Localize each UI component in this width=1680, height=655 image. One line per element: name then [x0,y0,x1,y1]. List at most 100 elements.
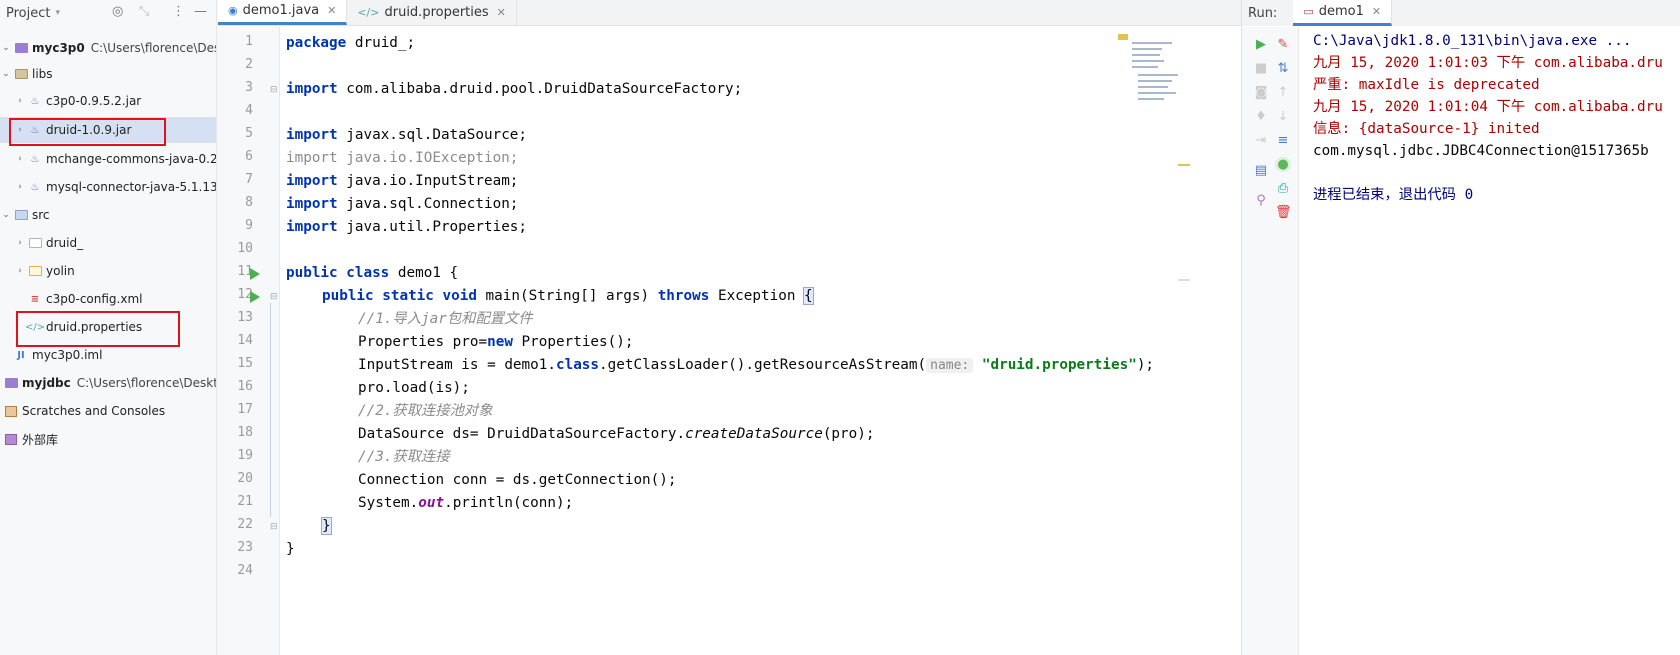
console-line: 信息: {dataSource-1} inited [1313,121,1540,137]
code-line: import javax.sql.DataSource; [286,127,528,143]
chevron-down-icon[interactable]: ⌄ [0,69,12,79]
print-icon[interactable]: ⎙ [1275,181,1291,196]
code-line: import java.sql.Connection; [286,196,519,212]
close-icon[interactable]: ✕ [497,6,506,19]
tree-item-label: myc3p0.iml [32,348,103,362]
tree-item-c3p0-config[interactable]: ≡ c3p0-config.xml [0,286,216,312]
down-arrow-icon[interactable]: ↓ [1275,109,1291,124]
line-number: 15 [237,356,253,371]
rerun-icon[interactable]: ▶ [1253,37,1269,52]
tree-item-c3p0-jar[interactable]: › ♨ c3p0-0.9.5.2.jar [0,88,216,114]
module-icon [4,378,18,388]
line-number: 17 [237,402,253,417]
scroll-marker [1178,279,1190,281]
line-number: 16 [237,379,253,394]
chevron-right-icon[interactable]: › [14,238,26,248]
tab-demo1-java[interactable]: ◉ demo1.java ✕ [218,0,348,25]
run-tab-demo1[interactable]: ▭ demo1 ✕ [1293,0,1393,26]
project-panel-header: Project ▾ ◎ ⤡ ⋮ — [0,0,216,26]
tab-druid-properties[interactable]: </> druid.properties ✕ [347,0,517,25]
line-number: 5 [245,126,253,141]
line-number: 23 [237,540,253,555]
editor-tab-bar: ◉ demo1.java ✕ </> druid.properties ✕ [218,0,1241,26]
package-icon [28,238,42,248]
tree-item-mysql-jar[interactable]: › ♨ mysql-connector-java-5.1.13- [0,174,217,200]
fold-icon[interactable]: ⊟ [270,292,278,302]
hide-panel-icon[interactable]: — [194,4,207,19]
code-line: import java.io.InputStream; [286,173,519,189]
module-icon [14,43,28,53]
project-view-selector[interactable]: Project [6,6,50,21]
options-menu-icon[interactable]: ⋮ [172,4,185,19]
tree-item-label: c3p0-0.9.5.2.jar [46,94,142,108]
up-arrow-icon[interactable]: ↑ [1275,85,1291,100]
source-folder-icon [14,210,28,220]
tab-label: demo1.java [242,3,320,18]
folder-icon [14,69,28,79]
fold-icon[interactable]: ⊟ [270,522,278,532]
code-line: package druid_; [286,35,416,51]
console-line: 严重: maxIdle is deprecated [1313,77,1540,93]
code-line: InputStream is = demo1.class.getClassLoa… [358,357,1155,373]
soft-wrap-icon[interactable]: ≡ [1275,133,1291,148]
console-output[interactable]: C:\Java\jdk1.8.0_131\bin\java.exe ... 九月… [1313,30,1663,203]
tree-item-external-libraries[interactable]: 外部库 [0,426,216,452]
stop-icon[interactable]: ■ [1253,61,1269,76]
code-line: } [286,541,295,557]
target-icon[interactable]: ◎ [112,4,123,19]
code-line: public static void main(String[] args) t… [322,287,814,305]
scratches-icon [5,405,17,417]
tree-item-libs[interactable]: ⌄ libs [0,61,216,87]
chevron-right-icon[interactable]: › [14,96,26,106]
tree-item-label: mchange-commons-java-0.2. [46,152,217,166]
chevron-right-icon[interactable]: › [14,182,26,192]
close-icon[interactable]: ✕ [1372,5,1381,18]
tree-item-label: mysql-connector-java-5.1.13- [46,180,217,194]
line-number: 2 [245,57,253,72]
console-line: 九月 15, 2020 1:01:04 下午 com.alibaba.dru [1313,99,1663,115]
chevron-down-icon[interactable]: ⌄ [0,210,12,220]
chevron-right-icon[interactable]: › [14,154,26,164]
tree-item-yolin-package[interactable]: › yolin [0,258,216,284]
tree-item-label: druid_ [46,236,84,250]
code-minimap[interactable] [1118,32,1238,102]
modify-config-icon[interactable]: ✎ [1275,37,1291,52]
warning-marker [1118,34,1128,40]
exit-icon[interactable]: ⇥ [1253,133,1269,148]
chevron-down-icon[interactable]: ⌄ [0,43,12,53]
code-comment: //2.获取连接池对象 [358,403,493,419]
line-number: 10 [237,241,253,256]
sort-icon[interactable]: ⇅ [1275,61,1291,76]
scroll-to-end-icon[interactable]: ● [1275,157,1291,172]
line-number: 4 [245,103,253,118]
run-tab-bar: Run: ▭ demo1 ✕ [1243,0,1680,26]
tree-item-myjdbc[interactable]: myjdbc C:\Users\florence\Desktop [0,370,217,396]
camera-icon[interactable]: ◙ [1253,85,1269,100]
code-editor[interactable]: ◉ demo1.java ✕ </> druid.properties ✕ 1 … [218,0,1242,655]
tree-item-scratches[interactable]: Scratches and Consoles [0,398,216,424]
package-icon [28,266,42,276]
pin-icon[interactable]: ♦ [1253,109,1269,124]
close-icon[interactable]: ✕ [327,4,336,17]
tree-item-path: C:\Users\florence\Desktop [76,376,217,390]
warning-marker[interactable] [1178,164,1190,166]
tree-item-src[interactable]: ⌄ src [0,202,216,228]
fold-icon[interactable]: ⊟ [270,85,278,95]
tree-item-label: libs [32,67,53,81]
console-line: 进程已结束，退出代码 0 [1313,187,1474,203]
run-main-icon[interactable] [250,291,260,303]
line-number: 3 [245,80,253,95]
run-class-icon[interactable] [250,268,260,280]
collapse-icon[interactable]: ⤡ [139,4,149,19]
tree-item-mchange-jar[interactable]: › ♨ mchange-commons-java-0.2. [0,146,217,172]
pin-tab-icon[interactable]: ⚲ [1253,193,1269,208]
layout-icon[interactable]: ▤ [1253,163,1269,178]
chevron-down-icon[interactable]: ▾ [55,8,60,18]
clear-all-icon[interactable]: 🗑 [1275,205,1292,220]
line-number: 7 [245,172,253,187]
line-number: 9 [245,218,253,233]
tree-item-path: C:\Users\florence\Deskto [90,41,216,55]
tree-item-myc3p0[interactable]: ⌄ myc3p0 C:\Users\florence\Deskto [0,35,216,61]
chevron-right-icon[interactable]: › [14,266,26,276]
tree-item-druid-package[interactable]: › druid_ [0,230,216,256]
